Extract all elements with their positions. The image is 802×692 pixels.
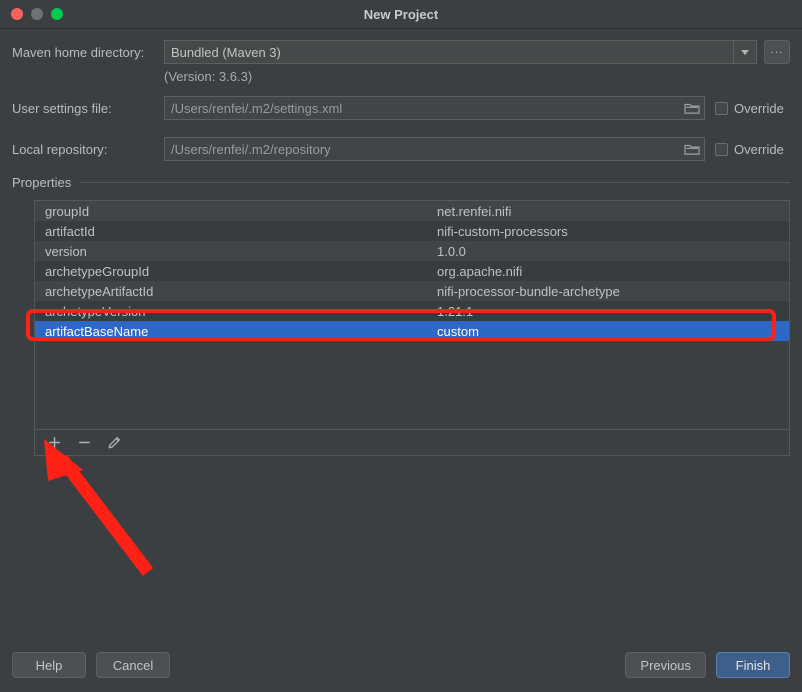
- user-settings-row: User settings file: /Users/renfei/.m2/se…: [12, 96, 790, 120]
- finish-button[interactable]: Finish: [716, 652, 790, 678]
- property-key: artifactBaseName: [45, 323, 149, 339]
- properties-table[interactable]: groupId net.renfei.nifi artifactId nifi-cus…: [34, 200, 790, 430]
- local-repository-value: /Users/renfei/.m2/repository: [171, 141, 331, 157]
- close-button[interactable]: [11, 8, 23, 20]
- maven-home-browse-button[interactable]: ...: [764, 40, 790, 64]
- local-repository-override-label: Override: [734, 141, 784, 157]
- cancel-button[interactable]: Cancel: [96, 652, 170, 678]
- property-value: org.apache.nifi: [437, 263, 523, 279]
- maven-home-label: Maven home directory:: [12, 44, 145, 60]
- property-key: archetypeVersion: [45, 303, 146, 319]
- property-value: 1.21.1: [437, 303, 474, 319]
- plus-icon: [48, 437, 60, 448]
- add-property-button[interactable]: [45, 434, 63, 452]
- local-repository-override-checkbox[interactable]: [715, 142, 728, 156]
- table-row[interactable]: artifactId nifi-custom-processors: [35, 221, 789, 241]
- window-controls: [0, 8, 63, 20]
- table-row[interactable]: archetypeGroupId org.apache.nifi: [35, 261, 789, 281]
- property-key: archetypeGroupId: [45, 263, 150, 279]
- folder-icon[interactable]: [684, 101, 700, 115]
- property-value: nifi-custom-processors: [437, 223, 568, 239]
- property-value: custom: [437, 323, 479, 339]
- pencil-icon: [108, 436, 121, 448]
- properties-table-toolbar: [34, 430, 790, 456]
- properties-group-header: Properties: [12, 171, 790, 193]
- maven-version-row: (Version: 3.6.3): [12, 64, 790, 88]
- chevron-down-icon[interactable]: [733, 41, 756, 63]
- local-repository-row: Local repository: /Users/renfei/.m2/repo…: [12, 137, 790, 161]
- user-settings-input[interactable]: /Users/renfei/.m2/settings.xml: [164, 96, 705, 120]
- property-key: archetypeArtifactId: [45, 283, 154, 299]
- property-value: nifi-processor-bundle-archetype: [437, 283, 620, 299]
- dialog-footer: Help Cancel Previous Finish: [12, 652, 790, 678]
- maximize-button[interactable]: [51, 8, 63, 20]
- user-settings-value: /Users/renfei/.m2/settings.xml: [171, 100, 343, 116]
- user-settings-override[interactable]: Override: [715, 101, 784, 116]
- maven-home-value: Bundled (Maven 3): [171, 44, 281, 60]
- table-row[interactable]: version 1.0.0: [35, 241, 789, 261]
- user-settings-label: User settings file:: [12, 100, 112, 116]
- title-bar: New Project: [0, 0, 802, 29]
- property-value: 1.0.0: [437, 243, 466, 259]
- property-key: artifactId: [45, 223, 95, 239]
- table-row[interactable]: groupId net.renfei.nifi: [35, 201, 789, 221]
- minimize-button[interactable]: [31, 8, 43, 20]
- edit-property-button[interactable]: [105, 434, 123, 452]
- properties-group-title: Properties: [12, 174, 72, 190]
- user-settings-override-checkbox[interactable]: [715, 101, 728, 115]
- property-key: version: [45, 243, 87, 259]
- minus-icon: [78, 441, 90, 444]
- window-title: New Project: [363, 6, 439, 22]
- local-repository-override[interactable]: Override: [715, 142, 784, 157]
- property-key: groupId: [45, 203, 90, 219]
- table-row[interactable]: archetypeArtifactId nifi-processor-bundle…: [35, 281, 789, 301]
- local-repository-label: Local repository:: [12, 141, 108, 157]
- maven-home-row: Maven home directory: Bundled (Maven 3) …: [12, 40, 790, 64]
- new-project-dialog: New Project Maven home directory: Bundle…: [0, 0, 802, 680]
- group-divider: [79, 181, 790, 183]
- folder-icon[interactable]: [684, 142, 700, 156]
- maven-version-note: (Version: 3.6.3): [164, 68, 253, 84]
- table-row[interactable]: archetypeVersion 1.21.1: [35, 301, 789, 321]
- user-settings-override-label: Override: [734, 100, 784, 116]
- table-row[interactable]: artifactBaseName custom: [35, 321, 789, 341]
- remove-property-button[interactable]: [75, 434, 93, 452]
- dialog-content: Maven home directory: Bundled (Maven 3) …: [0, 40, 802, 692]
- local-repository-input[interactable]: /Users/renfei/.m2/repository: [164, 137, 705, 161]
- help-button[interactable]: Help: [12, 652, 86, 678]
- maven-home-combobox[interactable]: Bundled (Maven 3): [164, 40, 757, 64]
- previous-button[interactable]: Previous: [625, 652, 706, 678]
- property-value: net.renfei.nifi: [437, 203, 512, 219]
